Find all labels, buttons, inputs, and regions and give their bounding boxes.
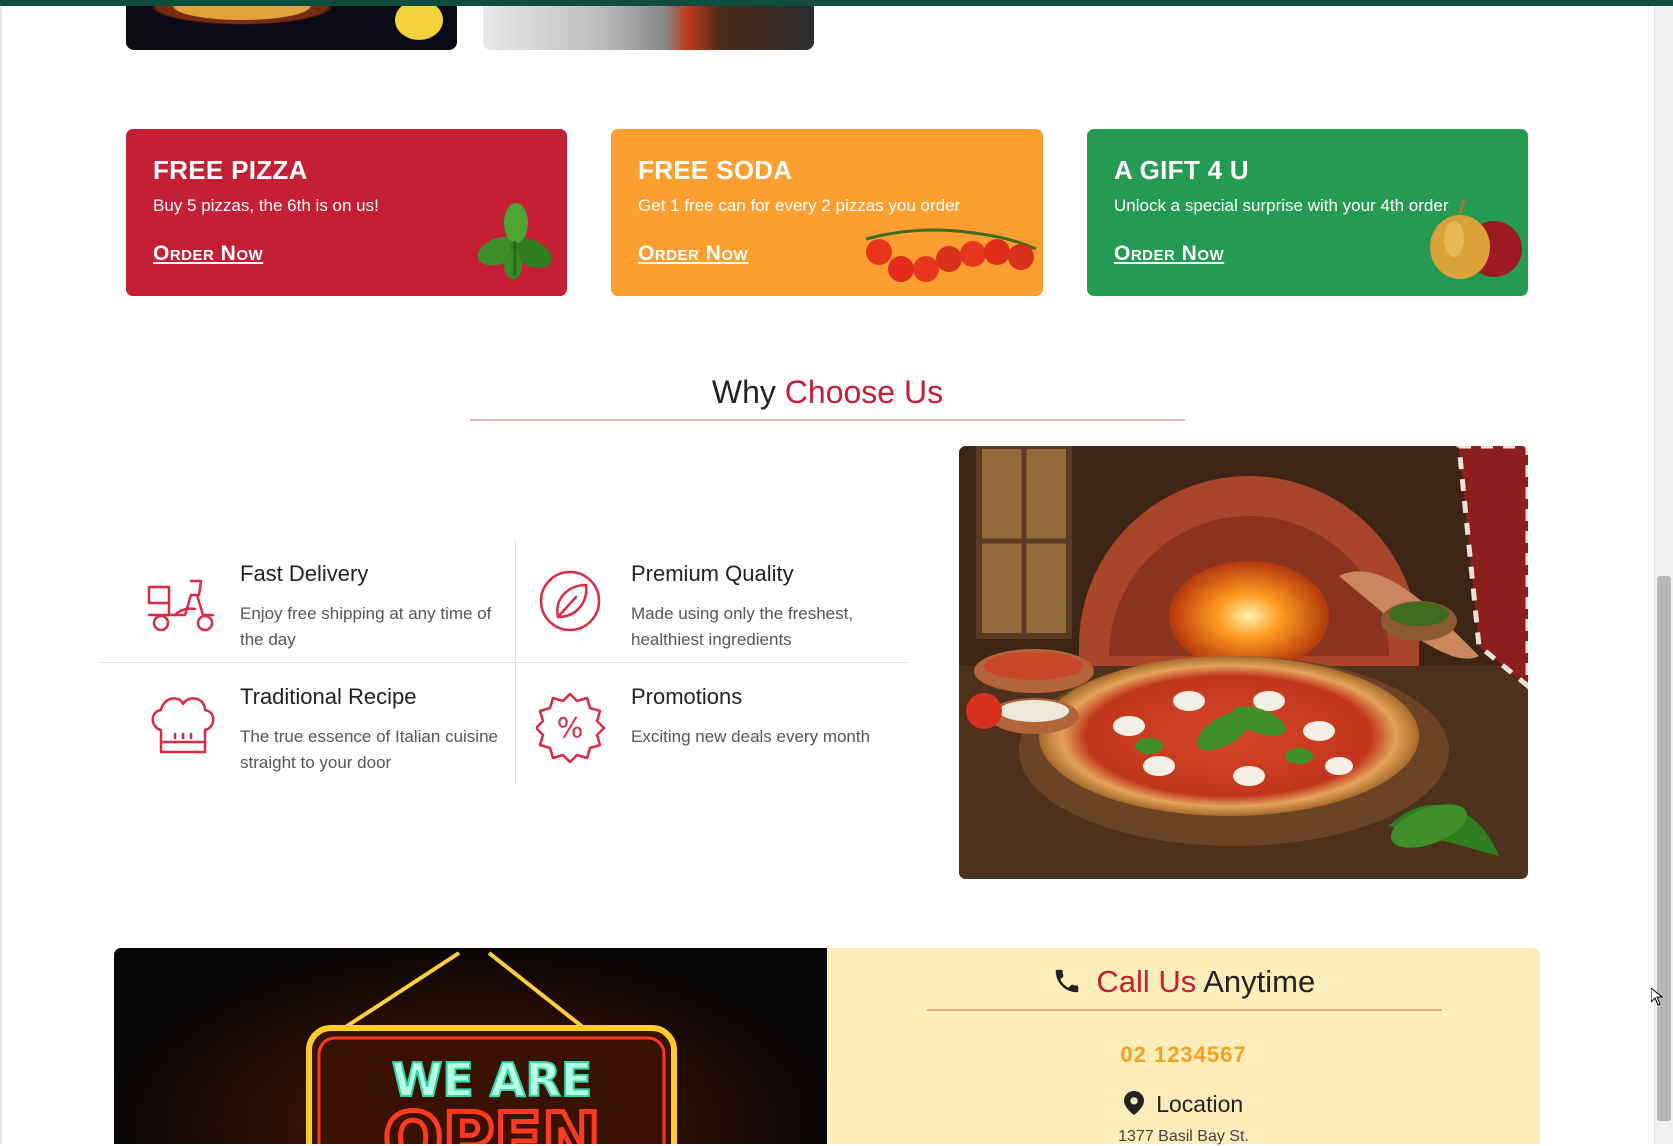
page-scrollbar[interactable] bbox=[1654, 6, 1673, 1144]
chef-hat-icon bbox=[151, 697, 215, 754]
location-address: 1377 Basil Bay St. bbox=[1118, 1128, 1249, 1145]
phone-number-link[interactable]: 02 1234567 bbox=[827, 1042, 1540, 1068]
promo-card-free-pizza: FREE PIZZA Buy 5 pizzas, the 6th is on u… bbox=[126, 129, 567, 296]
phone-icon bbox=[1055, 969, 1079, 993]
mouse-cursor-icon bbox=[1651, 988, 1663, 1006]
promo-card-gift: A GIFT 4 U Unlock a special surprise wit… bbox=[1087, 129, 1528, 296]
feature-desc: The true essence of Italian cuisine stra… bbox=[240, 727, 498, 772]
order-now-link[interactable]: Order Now bbox=[1114, 242, 1224, 266]
cherry-tomatoes-icon bbox=[865, 228, 1037, 282]
promo-title: FREE PIZZA bbox=[153, 155, 308, 185]
call-us-title: Call Us Anytime bbox=[827, 964, 1540, 1000]
feature-title: Promotions bbox=[631, 684, 743, 709]
svg-text:%: % bbox=[557, 711, 584, 744]
call-us-plain: Anytime bbox=[1203, 964, 1316, 999]
scooter-icon bbox=[147, 579, 215, 632]
feature-divider-horizontal bbox=[99, 662, 907, 663]
pizza-chef-image bbox=[959, 446, 1528, 879]
order-now-link[interactable]: Order Now bbox=[638, 242, 748, 266]
scrollbar-thumb[interactable] bbox=[1657, 576, 1671, 1121]
feature-desc: Exciting new deals every month bbox=[631, 727, 871, 746]
feature-desc: Enjoy free shipping at any time of the d… bbox=[240, 604, 492, 649]
call-title-underline bbox=[927, 1009, 1442, 1011]
location-label: Location bbox=[1156, 1091, 1244, 1117]
gallery-image-oven[interactable] bbox=[483, 6, 814, 50]
contact-panel: Call Us Anytime 02 1234567 Location 1377… bbox=[827, 948, 1540, 1145]
feature-desc: Made using only the freshest, healthiest… bbox=[631, 604, 854, 649]
page-left-edge bbox=[0, 6, 2, 1144]
promo-card-free-soda: FREE SODA Get 1 free can for every 2 piz… bbox=[611, 129, 1043, 296]
promo-subtitle: Unlock a special surprise with your 4th … bbox=[1114, 196, 1449, 215]
open-sign-line2: OPEN bbox=[383, 1098, 600, 1144]
title-plain: Why bbox=[711, 374, 776, 410]
basil-leaves-icon bbox=[477, 203, 552, 279]
open-sign-image: WE ARE OPEN bbox=[114, 948, 827, 1144]
percent-badge-icon: % bbox=[536, 692, 606, 764]
feature-title: Fast Delivery bbox=[240, 561, 369, 586]
promo-subtitle: Get 1 free can for every 2 pizzas you or… bbox=[638, 196, 961, 215]
onions-icon bbox=[1430, 199, 1522, 279]
map-pin-icon bbox=[1123, 1091, 1144, 1115]
promo-subtitle: Buy 5 pizzas, the 6th is on us! bbox=[153, 196, 379, 215]
leaf-icon bbox=[539, 570, 601, 632]
feature-title: Traditional Recipe bbox=[240, 684, 417, 709]
order-now-link[interactable]: Order Now bbox=[153, 242, 263, 266]
title-underline bbox=[470, 419, 1185, 421]
gallery-image-pizza[interactable] bbox=[126, 6, 457, 50]
promo-title: A GIFT 4 U bbox=[1114, 155, 1249, 185]
feature-title: Premium Quality bbox=[631, 561, 794, 586]
promo-title: FREE SODA bbox=[638, 155, 793, 185]
title-accent: Choose Us bbox=[784, 374, 944, 410]
location-heading: Location bbox=[827, 1091, 1540, 1118]
call-us-accent: Call Us bbox=[1096, 964, 1197, 999]
section-title-why-choose-us: Why Choose Us bbox=[0, 374, 1655, 411]
